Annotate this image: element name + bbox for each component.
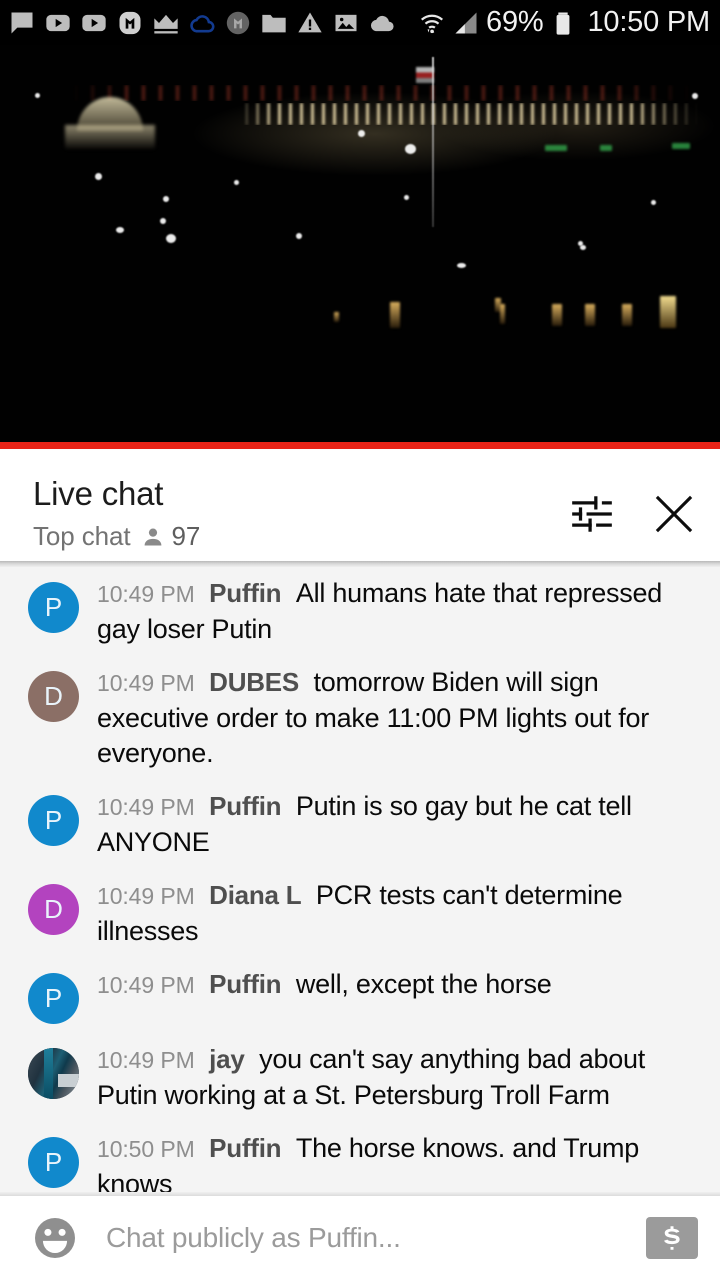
monzo-icon xyxy=(119,11,141,34)
crown-icon xyxy=(154,14,178,33)
avatar[interactable] xyxy=(28,1048,79,1099)
folder-icon xyxy=(262,14,286,32)
viewer-count-label: 97 xyxy=(171,521,201,551)
chat-message-timestamp: 10:50 PM xyxy=(97,1136,195,1162)
super-chat-button[interactable] xyxy=(646,1217,698,1259)
chat-message-body: 10:49 PM jay you can't say anything bad … xyxy=(79,1042,700,1113)
youtube-icon xyxy=(46,14,70,31)
avatar-initial: P xyxy=(44,983,63,1013)
chat-message-author[interactable]: DUBES xyxy=(209,667,299,697)
status-bar-system-icons: 69% 10:50 PM xyxy=(418,6,710,39)
chat-message[interactable]: D 10:49 PM Diana L PCR tests can't determ… xyxy=(0,869,720,958)
avatar[interactable]: D xyxy=(28,884,79,935)
chat-message-author[interactable]: Puffin xyxy=(209,1133,281,1163)
status-bar-notification-icons xyxy=(8,9,418,37)
chat-message-body: 10:49 PM Diana L PCR tests can't determi… xyxy=(79,878,700,949)
live-video-player[interactable] xyxy=(0,45,720,449)
cloud-filled-icon xyxy=(370,15,394,31)
chat-message-author[interactable]: Puffin xyxy=(209,578,281,608)
avatar[interactable]: P xyxy=(28,795,79,846)
chat-message-timestamp: 10:49 PM xyxy=(97,972,195,998)
person-icon xyxy=(144,528,161,545)
cell-signal-icon xyxy=(455,12,477,33)
memorial-colonnade xyxy=(65,125,155,149)
chat-message-author[interactable]: Diana L xyxy=(209,880,301,910)
wifi-icon xyxy=(420,14,444,33)
chat-message-timestamp: 10:49 PM xyxy=(97,581,195,607)
avatar-initial: P xyxy=(44,1147,63,1177)
green-sign-light xyxy=(672,143,690,149)
close-icon xyxy=(655,495,693,533)
chat-message-body: 10:49 PM DUBES tomorrow Biden will sign … xyxy=(79,665,700,771)
chat-message-timestamp: 10:49 PM xyxy=(97,883,195,909)
avatar[interactable]: P xyxy=(28,973,79,1024)
live-chat-title-group: Live chat Top chat 97 xyxy=(33,472,568,552)
chat-message[interactable]: P 10:49 PM Puffin well, except the horse xyxy=(0,958,720,1033)
chat-message[interactable]: 10:49 PM jay you can't say anything bad … xyxy=(0,1033,720,1122)
message-icon xyxy=(11,12,33,33)
chat-composer xyxy=(0,1196,720,1280)
tune-settings-icon xyxy=(572,496,612,532)
avatar-initial: D xyxy=(44,681,63,711)
chat-message-text: well, except the horse xyxy=(295,969,552,999)
warning-icon xyxy=(298,12,322,32)
chat-message[interactable]: P 10:49 PM Puffin Putin is so gay but he … xyxy=(0,780,720,869)
avatar[interactable]: P xyxy=(28,1137,79,1188)
building-window-lights xyxy=(330,290,720,340)
photo-icon xyxy=(335,14,357,31)
chat-message-body: 10:50 PM Puffin The horse knows. and Tru… xyxy=(79,1131,700,1195)
dollar-sign-icon xyxy=(664,1226,680,1250)
flagpole xyxy=(432,57,434,227)
chat-message-timestamp: 10:49 PM xyxy=(97,670,195,696)
live-chat-header-actions xyxy=(568,472,704,538)
chat-message-timestamp: 10:49 PM xyxy=(97,794,195,820)
live-chat-message-list[interactable]: P 10:49 PM Puffin All humans hate that re… xyxy=(0,567,720,1195)
youtube-icon xyxy=(82,14,106,31)
avatar-initial: P xyxy=(44,592,63,622)
emoji-button[interactable] xyxy=(30,1213,80,1263)
chat-message[interactable]: D 10:49 PM DUBES tomorrow Biden will sign… xyxy=(0,656,720,780)
green-sign-light xyxy=(545,145,567,151)
chat-message-timestamp: 10:49 PM xyxy=(97,1047,195,1073)
chat-message-body: 10:49 PM Puffin Putin is so gay but he c… xyxy=(79,789,700,860)
avatar-initial: P xyxy=(44,805,63,835)
avatar[interactable]: P xyxy=(28,582,79,633)
live-chat-title: Live chat xyxy=(33,475,164,512)
chat-message-body: 10:49 PM Puffin All humans hate that rep… xyxy=(79,576,700,647)
status-bar: 69% 10:50 PM xyxy=(0,0,720,45)
chat-mode-label[interactable]: Top chat xyxy=(33,521,131,552)
battery-icon xyxy=(557,12,570,35)
video-progress-bar[interactable] xyxy=(0,442,720,449)
jefferson-memorial xyxy=(60,97,160,149)
battery-percent-label: 69% xyxy=(486,6,544,38)
chat-message-author[interactable]: jay xyxy=(209,1044,245,1074)
viewer-count-group: 97 xyxy=(141,521,201,552)
emoji-smiley-icon xyxy=(35,1218,75,1258)
chat-message[interactable]: P 10:49 PM Puffin All humans hate that re… xyxy=(0,567,720,656)
chat-message[interactable]: P 10:50 PM Puffin The horse knows. and Tr… xyxy=(0,1122,720,1195)
live-chat-subtitle-row: Top chat 97 xyxy=(33,521,568,552)
m-badge-icon xyxy=(226,11,250,34)
avatar[interactable]: D xyxy=(28,671,79,722)
close-chat-button[interactable] xyxy=(650,490,698,538)
youtube-live-chat-screen: 69% 10:50 PM Live chat Top chat 97 P 10:… xyxy=(0,0,720,1280)
chat-message-input[interactable] xyxy=(80,1222,646,1254)
cloud-outline-icon xyxy=(190,14,215,32)
avatar-initial: D xyxy=(44,894,63,924)
chat-settings-button[interactable] xyxy=(568,490,616,538)
chat-message-author[interactable]: Puffin xyxy=(209,791,281,821)
chat-message-body: 10:49 PM Puffin well, except the horse xyxy=(79,967,700,1003)
clock-label: 10:50 PM xyxy=(587,6,710,38)
green-sign-light xyxy=(600,145,612,151)
chat-message-author[interactable]: Puffin xyxy=(209,969,281,999)
live-chat-header: Live chat Top chat 97 xyxy=(0,456,720,562)
